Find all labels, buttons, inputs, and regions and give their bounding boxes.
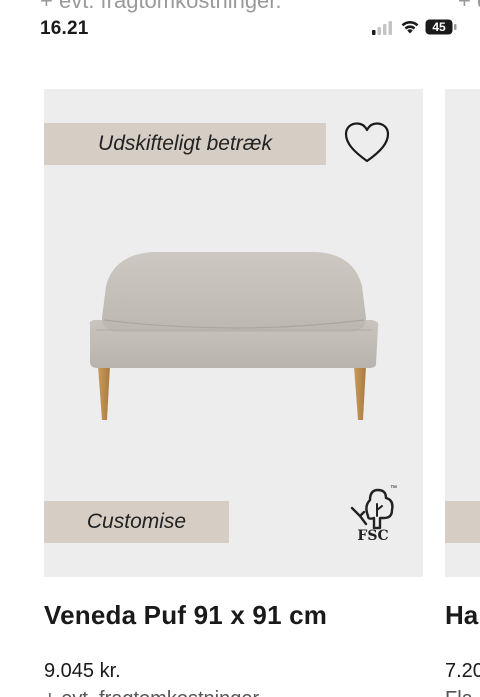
- next-product-sub-text: Fla: [445, 688, 473, 697]
- replaceable-cover-badge: Udskifteligt betræk: [44, 123, 326, 165]
- next-product-name[interactable]: Ha: [445, 600, 478, 631]
- next-product-badge: [445, 501, 480, 543]
- wifi-icon: [401, 20, 419, 34]
- heart-icon[interactable]: [343, 121, 391, 165]
- product-name[interactable]: Veneda Puf 91 x 91 cm: [44, 600, 327, 631]
- next-product-price: 7.20: [445, 660, 480, 682]
- product-shipping-note: + evt. fragtomkostninger.: [44, 688, 264, 697]
- status-bar: 16.21 45: [0, 0, 480, 52]
- page: + evt. fragtomkostninger. + e 16.21 45 U…: [0, 0, 480, 697]
- status-time: 16.21: [40, 18, 89, 39]
- fsc-label: FSC: [357, 528, 389, 544]
- customise-badge[interactable]: Customise: [44, 501, 229, 543]
- product-price: 9.045 kr.: [44, 660, 121, 682]
- signal-icon: [372, 21, 392, 35]
- battery-level: 45: [432, 20, 446, 34]
- battery-icon: 45: [425, 19, 458, 35]
- fsc-trademark: ™: [390, 485, 397, 492]
- product-image[interactable]: [84, 240, 384, 425]
